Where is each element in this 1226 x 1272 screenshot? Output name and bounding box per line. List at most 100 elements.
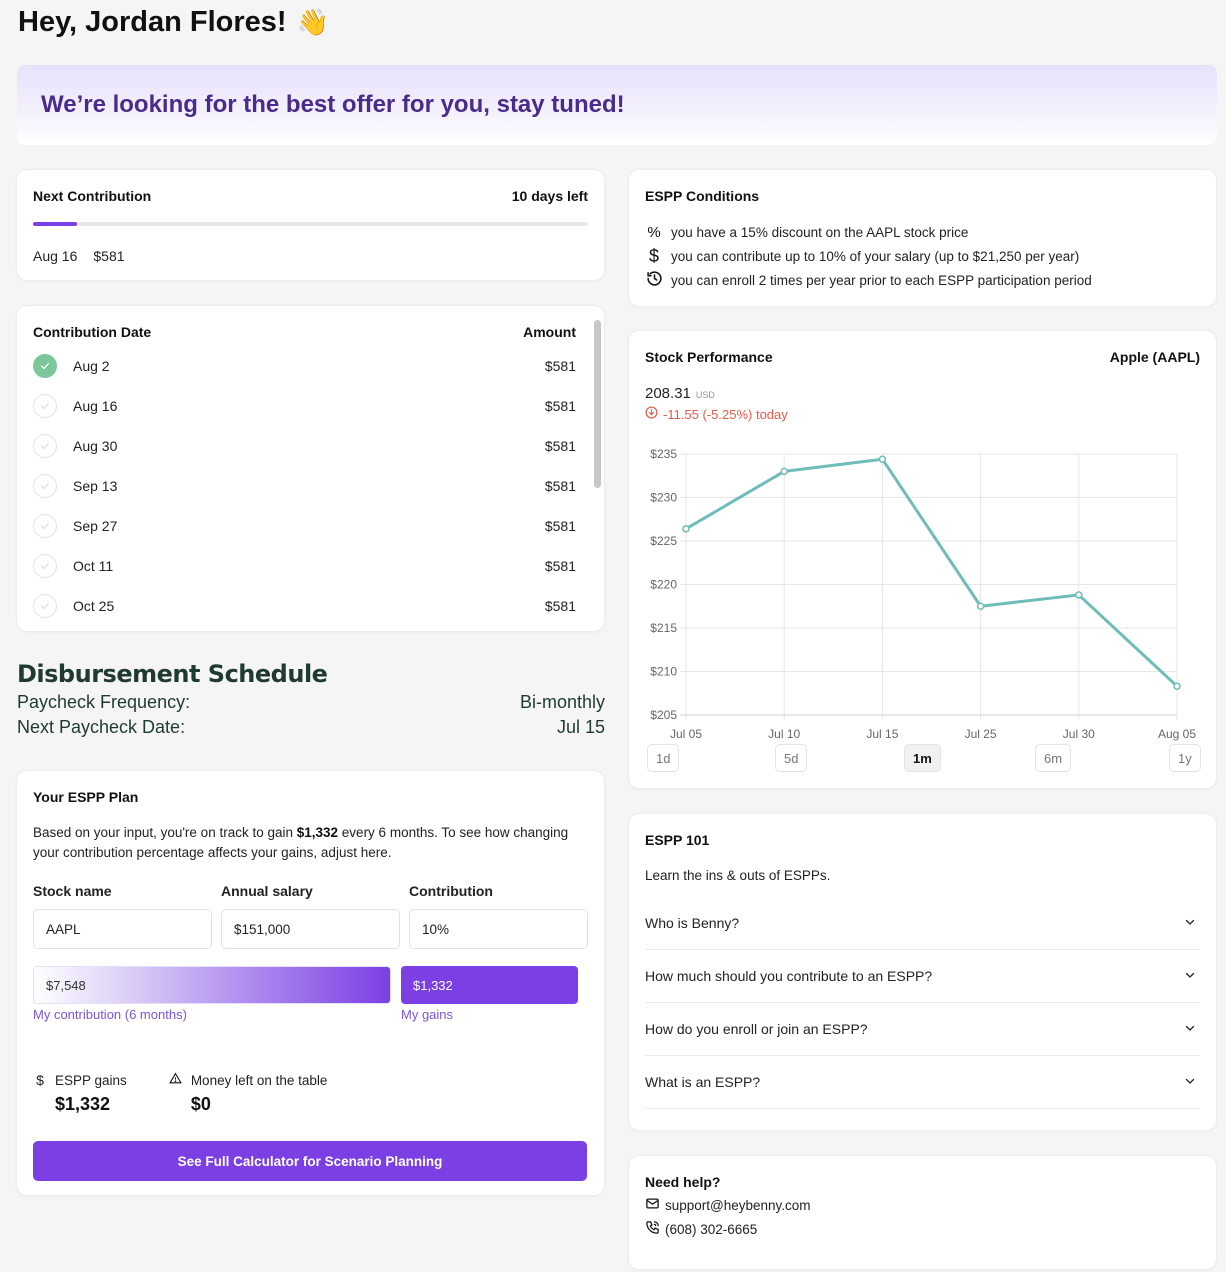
espp-gains-stat: $ ESPP gains $1,332 xyxy=(33,1072,127,1115)
y-tick-label: $235 xyxy=(650,447,677,461)
contribution-row: Aug 30 $581 xyxy=(33,426,576,466)
paycheck-frequency-value: Bi-monthly xyxy=(519,692,605,712)
range-button-5d[interactable]: 5d xyxy=(775,744,808,772)
full-calculator-button[interactable]: See Full Calculator for Scenario Plannin… xyxy=(33,1141,587,1181)
espp-gains-value: $1,332 xyxy=(55,1094,111,1114)
annual-salary-label: Annual salary xyxy=(221,883,313,899)
contribution-row: Sep 13 $581 xyxy=(33,466,576,506)
faq-item[interactable]: Who is Benny? xyxy=(645,897,1200,950)
contribution-amount: $581 xyxy=(544,398,576,414)
contribution-date: Sep 27 xyxy=(73,518,118,534)
faq-question[interactable]: How do you enroll or join an ESPP? xyxy=(645,1021,868,1037)
range-button-6m[interactable]: 6m xyxy=(1035,744,1072,772)
warning-icon xyxy=(169,1072,183,1088)
column-header-amount: Amount xyxy=(523,324,576,340)
range-button-1y[interactable]: 1y xyxy=(1169,744,1201,772)
next-contribution-title: Next Contribution xyxy=(33,188,152,204)
stock-currency: USD xyxy=(695,390,715,400)
chevron-down-icon[interactable] xyxy=(1184,968,1200,984)
stock-company: Apple (AAPL) xyxy=(1109,349,1200,365)
contribution-input[interactable] xyxy=(409,909,588,949)
check-circle-icon xyxy=(33,594,57,618)
contribution-amount: $581 xyxy=(544,438,576,454)
contribution-row: Aug 2 $581 xyxy=(33,346,576,386)
next-contribution-date: Aug 16 xyxy=(33,248,78,264)
contribution-date: Aug 2 xyxy=(73,358,110,374)
condition-item: you can enroll 2 times per year prior to… xyxy=(645,268,1200,292)
history-icon xyxy=(645,270,663,291)
greeting-text: Hey, Jordan Flores! xyxy=(18,6,287,38)
contribution-progress-bar xyxy=(33,222,588,226)
contribution-progress-fill xyxy=(33,222,78,226)
range-button-1d[interactable]: 1d xyxy=(647,744,680,772)
espp-101-card: ESPP 101 Learn the ins & outs of ESPPs. … xyxy=(629,814,1216,1130)
stock-performance-card: Stock Performance Apple (AAPL) 208.31 US… xyxy=(629,331,1216,788)
paycheck-frequency-label: Paycheck Frequency: xyxy=(17,692,191,712)
faq-question[interactable]: How much should you contribute to an ESP… xyxy=(645,968,932,984)
days-left: 10 days left xyxy=(511,188,588,204)
gains-bar: $1,332 xyxy=(401,966,578,1004)
chevron-down-icon[interactable] xyxy=(1184,1021,1200,1037)
x-tick-label: Jul 30 xyxy=(1063,727,1095,741)
chevron-down-icon[interactable] xyxy=(1184,1074,1200,1090)
x-tick-label: Jul 05 xyxy=(670,727,702,741)
faq-title: ESPP 101 xyxy=(645,832,710,848)
espp-gains-label: ESPP gains xyxy=(55,1072,127,1088)
contribution-amount: $581 xyxy=(544,478,576,494)
stock-change: -11.55 (-5.25%) today xyxy=(645,406,1200,422)
y-tick-label: $210 xyxy=(650,665,677,679)
help-title: Need help? xyxy=(645,1174,721,1190)
faq-item[interactable]: What is an ESPP? xyxy=(645,1056,1200,1109)
chevron-down-icon[interactable] xyxy=(1184,915,1200,931)
contribution-date: Aug 16 xyxy=(73,398,118,414)
check-circle-icon xyxy=(33,514,57,538)
stock-title: Stock Performance xyxy=(645,349,773,365)
contribution-row: Oct 25 $581 xyxy=(33,586,576,626)
contribution-date: Sep 13 xyxy=(73,478,118,494)
stock-price: 208.31 xyxy=(645,385,691,402)
list-scrollbar[interactable] xyxy=(594,320,601,488)
range-button-1m[interactable]: 1m xyxy=(904,744,941,772)
contribution-date: Oct 11 xyxy=(73,558,114,574)
mail-icon xyxy=(645,1196,660,1214)
money-left-value: $0 xyxy=(190,1094,211,1114)
contribution-row: Oct 11 $581 xyxy=(33,546,576,586)
support-email[interactable]: support@heybenny.com xyxy=(645,1196,1200,1214)
contribution-amount: $581 xyxy=(544,558,576,574)
money-left-label: Money left on the table xyxy=(190,1072,328,1088)
disbursement-title: Disbursement Schedule xyxy=(17,660,328,688)
banner-text: We’re looking for the best offer for you… xyxy=(41,91,625,118)
data-point xyxy=(976,602,985,610)
gains-bar-label: My gains xyxy=(401,1007,454,1022)
espp-plan-card: Your ESPP Plan Based on your input, you'… xyxy=(17,771,604,1195)
contribution-bar: $7,548 xyxy=(33,966,391,1004)
annual-salary-input[interactable] xyxy=(221,909,400,949)
data-point xyxy=(780,467,788,476)
espp-conditions-card: ESPP Conditions % you have a 15% discoun… xyxy=(629,170,1216,306)
next-paycheck-label: Next Paycheck Date: xyxy=(17,717,186,737)
faq-item[interactable]: How much should you contribute to an ESP… xyxy=(645,950,1200,1003)
check-circle-filled-icon xyxy=(33,354,57,378)
column-header-date: Contribution Date xyxy=(33,324,152,340)
dollar-icon: $ xyxy=(648,245,659,266)
faq-item[interactable]: How do you enroll or join an ESPP? xyxy=(645,1003,1200,1056)
faq-question[interactable]: Who is Benny? xyxy=(645,915,739,931)
faq-question[interactable]: What is an ESPP? xyxy=(645,1074,760,1090)
contribution-label: Contribution xyxy=(409,883,493,899)
greeting: Hey, Jordan Flores! 👋 xyxy=(18,6,329,39)
condition-item: % you have a 15% discount on the AAPL st… xyxy=(645,220,1200,244)
support-phone[interactable]: (608) 302-6665 xyxy=(645,1220,1200,1238)
y-tick-label: $205 xyxy=(650,708,677,722)
conditions-title: ESPP Conditions xyxy=(645,188,760,204)
stock-name-input[interactable] xyxy=(33,909,212,949)
stock-chart: $205 $210 $215 $220 $225 $230 $235 Jul 05 Jul 10… xyxy=(650,447,1196,741)
faq-subtitle: Learn the ins & outs of ESPPs. xyxy=(645,868,831,883)
contribution-schedule-card: Contribution Date Amount Aug 2 $581 Aug 16… xyxy=(17,306,604,631)
plan-title: Your ESPP Plan xyxy=(33,789,139,805)
phone-icon xyxy=(645,1220,660,1238)
disbursement-schedule: Disbursement Schedule Paycheck Frequency… xyxy=(17,660,605,738)
x-tick-label: Jul 25 xyxy=(965,727,997,741)
check-circle-icon xyxy=(33,474,57,498)
data-point xyxy=(1075,591,1083,599)
contribution-row: Sep 27 $581 xyxy=(33,506,576,546)
